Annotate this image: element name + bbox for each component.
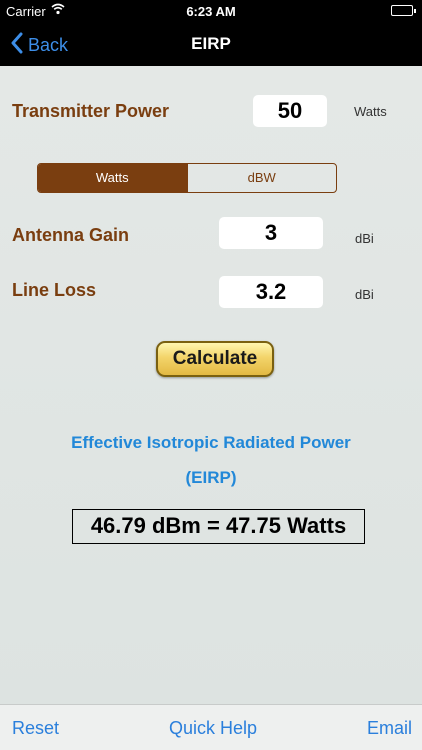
result-subtitle: (EIRP) [185, 468, 237, 487]
transmitter-power-input[interactable]: 50 [253, 95, 327, 127]
antenna-gain-unit: dBi [355, 231, 374, 246]
antenna-gain-input[interactable]: 3 [219, 217, 323, 249]
bottom-toolbar: Reset Quick Help Email [0, 704, 422, 750]
battery-icon [391, 5, 416, 16]
status-time: 6:23 AM [186, 4, 236, 19]
transmitter-power-unit: Watts [354, 104, 387, 119]
line-loss-unit: dBi [355, 287, 374, 302]
page-title: EIRP [191, 34, 231, 53]
calculate-button[interactable]: Calculate [156, 341, 274, 377]
antenna-gain-label: Antenna Gain [12, 225, 130, 245]
result-value: 46.79 dBm = 47.75 Watts [72, 509, 365, 544]
quick-help-button[interactable]: Quick Help [169, 718, 257, 739]
line-loss-label: Line Loss [12, 280, 97, 300]
segment-watts[interactable]: Watts [38, 164, 187, 192]
line-loss-input[interactable]: 3.2 [219, 276, 323, 308]
reset-button[interactable]: Reset [12, 718, 59, 739]
segment-dbw[interactable]: dBW [186, 164, 337, 192]
status-bar: Carrier 6:23 AM [0, 0, 422, 22]
navigation-bar: Back EIRP [0, 22, 422, 66]
power-unit-toggle: Watts dBW [37, 163, 337, 193]
result-title: Effective Isotropic Radiated Power [71, 433, 351, 452]
email-button[interactable]: Email [367, 718, 412, 739]
eirp-form: Transmitter Power 50 Watts Watts dBW Ant… [0, 66, 422, 704]
transmitter-power-label: Transmitter Power [12, 101, 170, 121]
